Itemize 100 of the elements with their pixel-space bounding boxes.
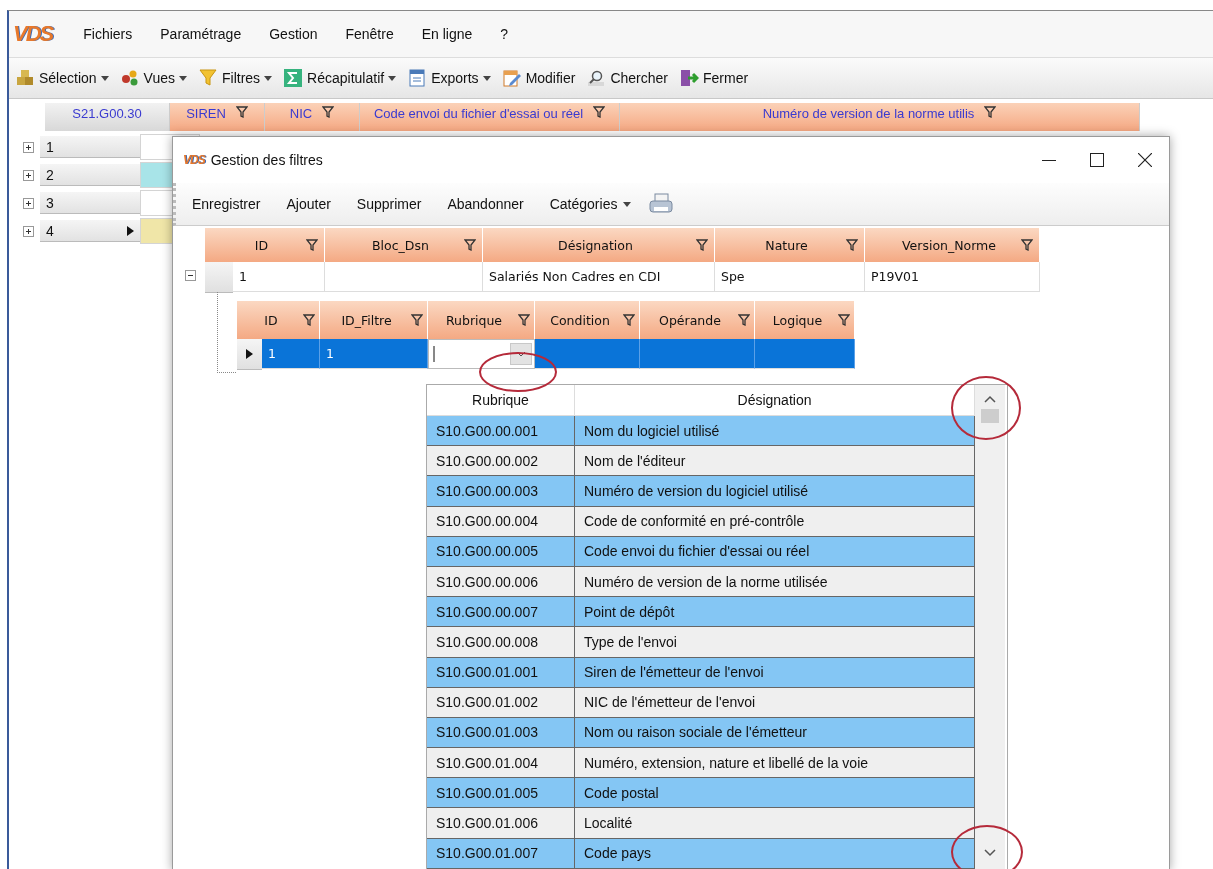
list-item-label[interactable]: Code de conformité en pré-contrôle: [575, 506, 975, 537]
filter-icon[interactable]: [846, 239, 858, 251]
column-header[interactable]: Logique: [755, 301, 855, 339]
filter-icon[interactable]: [518, 314, 530, 326]
list-item-code[interactable]: S10.G00.01.007: [427, 838, 575, 869]
menu-item[interactable]: ?: [491, 22, 518, 46]
collapse-icon[interactable]: [185, 270, 196, 281]
filter-icon[interactable]: [1021, 239, 1033, 251]
list-item-code[interactable]: S10.G00.01.003: [427, 717, 575, 749]
expand-icon[interactable]: [23, 197, 34, 209]
dropdown-button[interactable]: [510, 343, 532, 365]
column-header[interactable]: Rubrique: [428, 301, 535, 339]
list-item-label[interactable]: Nom du logiciel utilisé: [575, 416, 975, 447]
list-item-code[interactable]: S10.G00.00.007: [427, 597, 575, 628]
list-item-label[interactable]: Localité: [575, 808, 975, 839]
scroll-down-icon[interactable]: [984, 848, 996, 857]
filter-icon[interactable]: [411, 314, 423, 326]
list-item-label[interactable]: Code envoi du fichier d'essai ou réel: [575, 536, 975, 567]
filter-icon[interactable]: [593, 106, 606, 118]
printer-icon[interactable]: [649, 193, 674, 215]
row-header[interactable]: 2: [40, 164, 140, 186]
toolbar-button[interactable]: Chercher: [582, 65, 672, 91]
toolbar-button[interactable]: Supprimer: [348, 192, 430, 216]
list-item-code[interactable]: S10.G00.01.002: [427, 687, 575, 718]
row-header[interactable]: 4: [40, 220, 140, 242]
menu-item[interactable]: Paramétrage: [151, 22, 251, 46]
toolbar-button[interactable]: Abandonner: [439, 192, 532, 216]
list-item-code[interactable]: S10.G00.00.005: [427, 536, 575, 567]
filter-icon[interactable]: [838, 314, 850, 326]
toolbar-button[interactable]: Exports: [403, 65, 495, 91]
filter-icon[interactable]: [984, 106, 997, 118]
row-header[interactable]: 3: [40, 192, 140, 214]
scroll-thumb[interactable]: [981, 409, 999, 423]
list-item-code[interactable]: S10.G00.01.005: [427, 778, 575, 809]
list-item-code[interactable]: S10.G00.00.002: [427, 446, 575, 477]
list-item-label[interactable]: Numéro de version de la norme utilisée: [575, 566, 975, 598]
column-header[interactable]: ID_Filtre: [320, 301, 428, 339]
list-item-code[interactable]: S10.G00.00.001: [427, 416, 575, 447]
caret-icon[interactable]: [388, 75, 397, 81]
filter-icon[interactable]: [235, 106, 248, 118]
expand-icon[interactable]: [23, 225, 34, 237]
caret-icon[interactable]: [623, 201, 632, 207]
list-item-label[interactable]: Nom ou raison sociale de l'émetteur: [575, 717, 975, 749]
column-header[interactable]: Désignation: [483, 228, 715, 262]
list-item-code[interactable]: S10.G00.01.004: [427, 748, 575, 779]
list-item-code[interactable]: S10.G00.00.004: [427, 506, 575, 537]
menu-item[interactable]: En ligne: [412, 22, 482, 46]
caret-icon[interactable]: [482, 75, 491, 81]
toolbar-button[interactable]: Récapitulatif: [279, 65, 401, 91]
column-header[interactable]: Nature: [715, 228, 865, 262]
scrollbar[interactable]: [975, 385, 1005, 869]
list-item-code[interactable]: S10.G00.00.003: [427, 476, 575, 507]
list-item-label[interactable]: Nom de l'éditeur: [575, 446, 975, 477]
column-header[interactable]: ID: [205, 228, 325, 262]
filter-icon[interactable]: [464, 239, 476, 251]
toolbar-button[interactable]: Vues: [115, 65, 191, 91]
list-item-label[interactable]: Numéro de version du logiciel utilisé: [575, 476, 975, 507]
expand-icon[interactable]: [23, 169, 34, 181]
column-header[interactable]: Bloc_Dsn: [325, 228, 483, 262]
expand-icon[interactable]: [23, 141, 34, 153]
row-header[interactable]: 1: [40, 136, 140, 158]
toolbar-button[interactable]: Enregistrer: [184, 192, 269, 216]
row-header[interactable]: [237, 339, 262, 370]
column-header[interactable]: ID: [237, 301, 320, 339]
menu-item[interactable]: Gestion: [260, 22, 327, 46]
column-header[interactable]: Condition: [535, 301, 640, 339]
caret-icon[interactable]: [179, 75, 187, 81]
filter-icon[interactable]: [623, 314, 635, 326]
list-item-label[interactable]: Type de l'envoi: [575, 627, 975, 658]
column-header[interactable]: S21.G00.30: [45, 103, 170, 131]
list-item-code[interactable]: S10.G00.00.008: [427, 627, 575, 658]
list-item-label[interactable]: NIC de l'émetteur de l'envoi: [575, 687, 975, 718]
caret-icon[interactable]: [264, 75, 273, 81]
rubrique-combo[interactable]: [428, 339, 535, 369]
toolbar-button[interactable]: Fermer: [675, 65, 753, 91]
menu-item[interactable]: Fichiers: [74, 22, 142, 46]
column-header[interactable]: Code envoi du fichier d'essai ou réel: [360, 103, 620, 131]
menu-item[interactable]: Fenêtre: [336, 22, 403, 46]
toolbar-button[interactable]: Catégories: [541, 192, 640, 216]
list-item-label[interactable]: Point de dépôt: [575, 597, 975, 628]
filter-icon[interactable]: [738, 314, 750, 326]
column-header[interactable]: Opérande: [640, 301, 755, 339]
list-item-label[interactable]: Code postal: [575, 778, 975, 809]
scroll-up-icon[interactable]: [984, 395, 996, 403]
toolbar-button[interactable]: Ajouter: [278, 192, 339, 216]
caret-icon[interactable]: [100, 75, 109, 81]
list-item-label[interactable]: Numéro, extension, nature et libellé de la voie: [575, 748, 975, 779]
filter-icon[interactable]: [306, 239, 318, 251]
filter-icon[interactable]: [322, 106, 335, 118]
list-item-label[interactable]: Siren de l'émetteur de l'envoi: [575, 657, 975, 688]
close-icon[interactable]: [1138, 153, 1152, 167]
toolbar-button[interactable]: Modifier: [497, 65, 580, 91]
maximize-icon[interactable]: [1090, 153, 1104, 167]
column-header[interactable]: Version_Norme: [865, 228, 1040, 262]
column-header[interactable]: Numéro de version de la norme utilis: [620, 103, 1140, 131]
filter-icon[interactable]: [303, 314, 315, 326]
list-item-label[interactable]: Code pays: [575, 838, 975, 869]
toolbar-button[interactable]: Filtres: [194, 65, 277, 91]
list-item-code[interactable]: S10.G00.01.006: [427, 808, 575, 839]
list-item-code[interactable]: S10.G00.01.001: [427, 657, 575, 688]
